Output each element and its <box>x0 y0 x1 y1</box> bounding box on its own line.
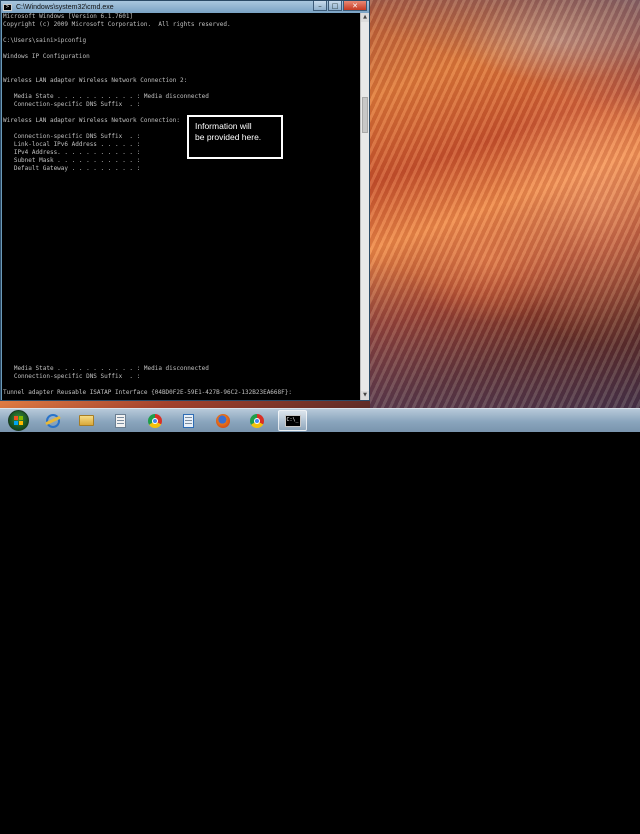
watermark-text: hackcopss.blogspot.in <box>500 819 640 834</box>
taskbar-internet-explorer[interactable] <box>38 410 67 431</box>
cmd-icon: > <box>3 3 12 11</box>
window-controls: – □ ✕ <box>313 1 367 12</box>
console-line: Media State . . . . . . . . . . . : Medi… <box>3 365 209 372</box>
chrome-icon <box>249 413 264 428</box>
callout-line-1: Information will <box>195 121 252 131</box>
console-line: Connection-specific DNS Suffix . : <box>3 373 141 380</box>
console-line: Media State . . . . . . . . . . . : Medi… <box>3 93 209 100</box>
taskbar: C:\_ hackcopss.blogspot.in <box>0 408 640 834</box>
maximize-button[interactable]: □ <box>328 1 342 11</box>
console-line: Windows IP Configuration <box>3 53 90 60</box>
internet-explorer-icon <box>45 413 60 428</box>
scrollbar-thumb[interactable] <box>362 97 368 133</box>
callout-line-2: be provided here. <box>195 132 262 142</box>
console-line: C:\Users\saini>ipconfig <box>3 37 87 44</box>
taskbar-outlook[interactable] <box>174 410 203 431</box>
cmd-icon: C:\_ <box>284 414 301 427</box>
taskbar-chrome[interactable] <box>140 410 169 431</box>
console-line: Default Gateway . . . . . . . . . : <box>3 165 141 172</box>
taskbar-document[interactable] <box>106 410 135 431</box>
cmd-window[interactable]: > C:\Windows\system32\cmd.exe – □ ✕ Micr… <box>0 0 370 401</box>
console-line: Copyright (c) 2009 Microsoft Corporation… <box>3 21 231 28</box>
console-line: Connection-specific DNS Suffix . : <box>3 133 141 140</box>
scroll-down-arrow-icon[interactable]: ▼ <box>361 391 369 400</box>
wallpaper-sandstone <box>370 0 640 408</box>
taskbar-file-explorer[interactable] <box>72 410 101 431</box>
taskbar-chrome-2[interactable] <box>242 410 271 431</box>
console-line: Microsoft Windows [Version 6.1.7601] <box>3 13 134 20</box>
taskbar-firefox[interactable] <box>208 410 237 431</box>
window-titlebar[interactable]: > C:\Windows\system32\cmd.exe – □ ✕ <box>1 1 369 13</box>
scroll-up-arrow-icon[interactable]: ▲ <box>361 13 369 22</box>
console-line: Tunnel adapter Reusable ISATAP Interface… <box>3 389 292 396</box>
console-line: IPv4 Address. . . . . . . . . . . : <box>3 149 141 156</box>
document-icon <box>115 413 126 428</box>
firefox-icon <box>215 413 230 428</box>
start-button[interactable] <box>8 410 29 431</box>
console-line: Wireless LAN adapter Wireless Network Co… <box>3 77 188 84</box>
annotation-callout: Information will be provided here. <box>187 115 283 159</box>
console-line: Connection-specific DNS Suffix . : <box>3 101 141 108</box>
outlook-icon <box>183 413 194 428</box>
console-line: Link-local IPv6 Address . . . . . : <box>3 141 141 148</box>
folder-icon <box>79 415 94 426</box>
chrome-icon <box>147 413 162 428</box>
console-line: Subnet Mask . . . . . . . . . . . : <box>3 157 141 164</box>
minimize-button[interactable]: – <box>313 1 327 11</box>
vertical-scrollbar[interactable]: ▲ ▼ <box>360 13 369 400</box>
close-button[interactable]: ✕ <box>343 1 367 11</box>
console-output[interactable]: Microsoft Windows [Version 6.1.7601] Copy… <box>2 13 360 400</box>
taskbar-cmd[interactable]: C:\_ <box>278 410 307 431</box>
console-line: Wireless LAN adapter Wireless Network Co… <box>3 117 181 124</box>
window-title: C:\Windows\system32\cmd.exe <box>16 3 114 11</box>
